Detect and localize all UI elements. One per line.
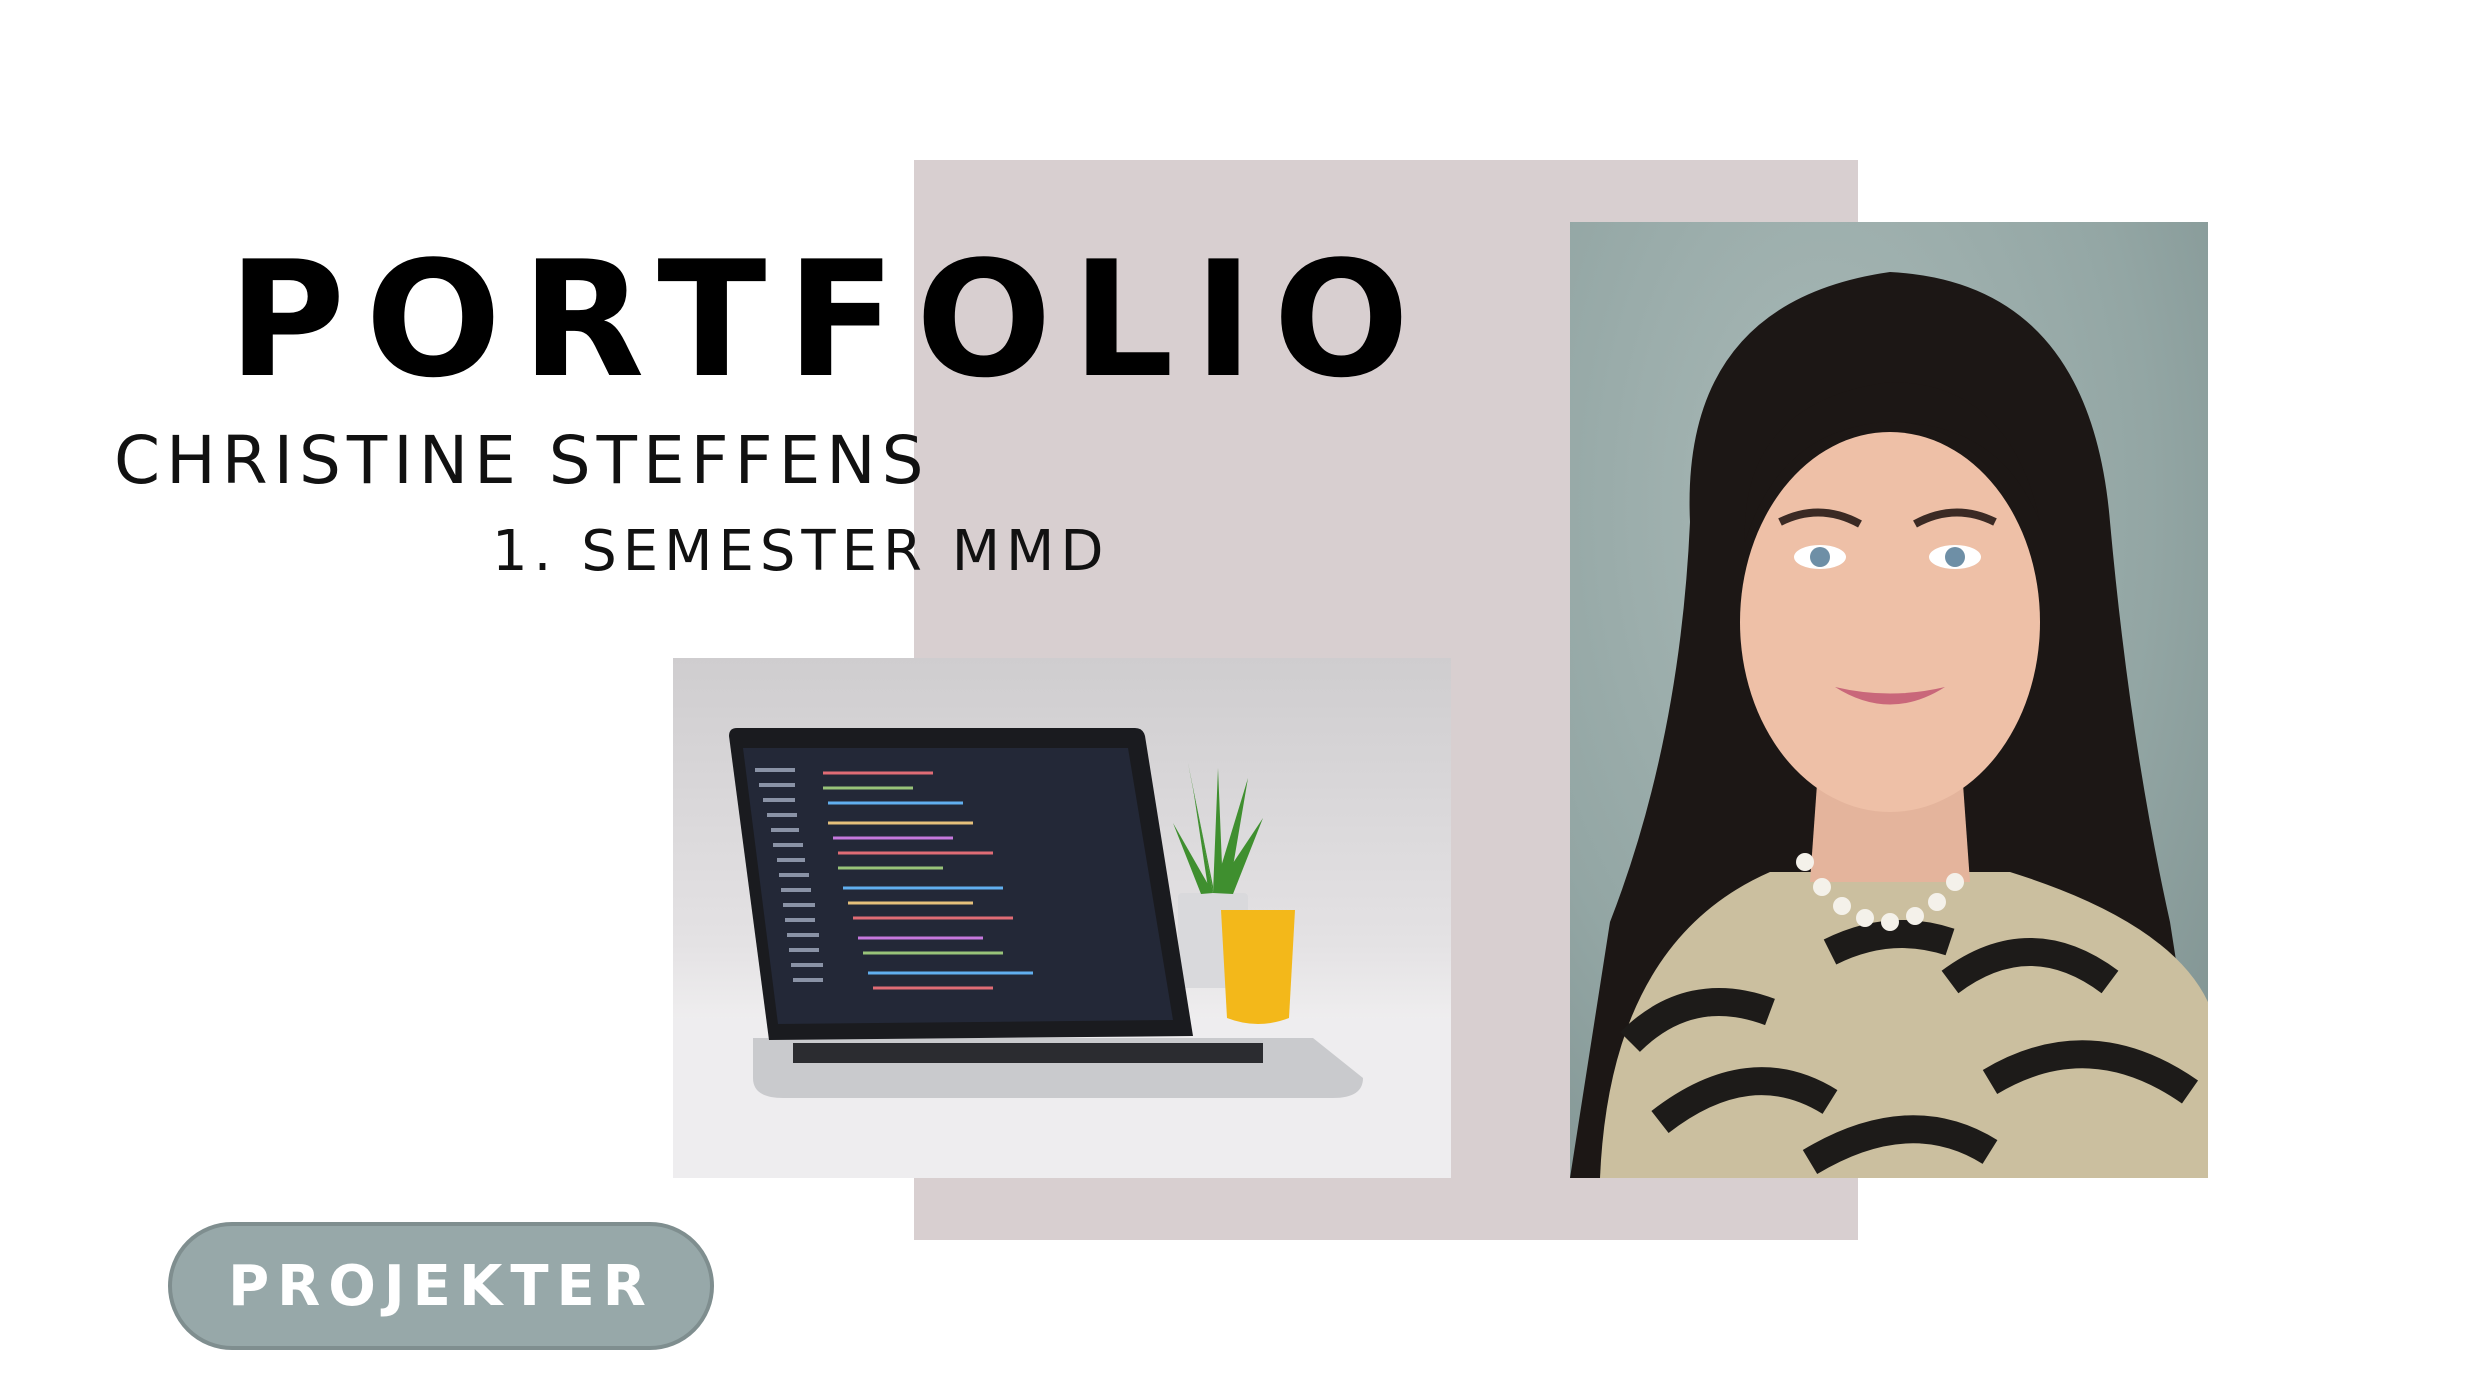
page-title: PORTFOLIO [228, 226, 1430, 413]
yellow-mug [1221, 910, 1295, 1024]
portrait-photo [1570, 222, 2208, 1178]
portfolio-landing-page: PORTFOLIO CHRISTINE STEFFENS 1. SEMESTER… [0, 0, 2472, 1388]
projects-button[interactable]: PROJEKTER [168, 1222, 714, 1350]
laptop-screen [743, 748, 1173, 1024]
laptop-photo [673, 658, 1451, 1178]
laptop-illustration [673, 728, 1451, 1178]
portrait-illustration [1570, 272, 2208, 1178]
laptop-keyboard [793, 1043, 1263, 1063]
face [1740, 432, 2040, 812]
semester-subtitle: 1. SEMESTER MMD [492, 519, 1110, 584]
plant-leaves [1173, 763, 1263, 894]
author-name: CHRISTINE STEFFENS [114, 422, 930, 499]
